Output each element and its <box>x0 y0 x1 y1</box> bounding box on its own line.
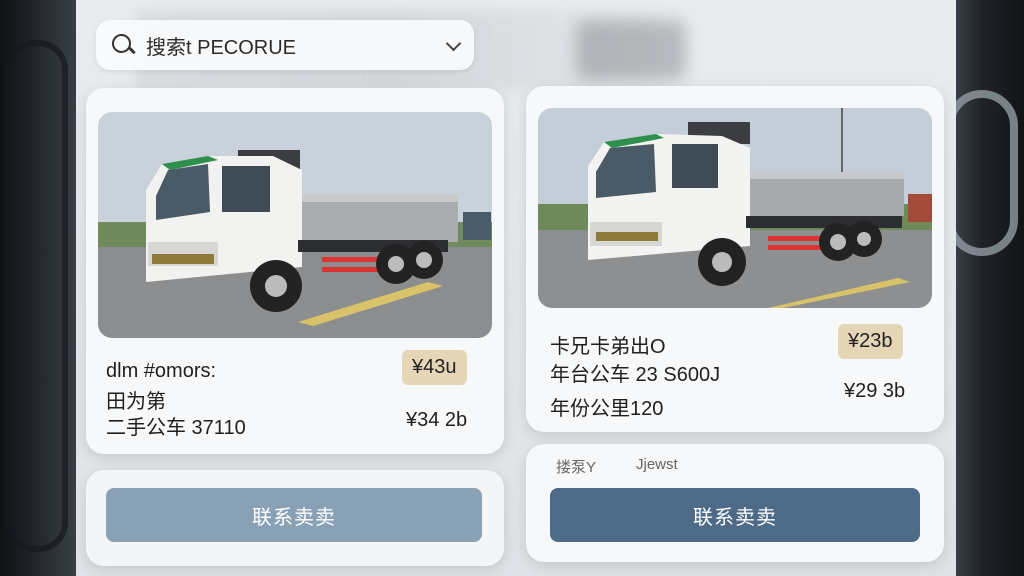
listing-card[interactable]: 卡兄卡弟出O 年台公车 23 S600J 年份公里120 ¥23b ¥29 3b <box>526 86 944 432</box>
air-vent <box>946 90 1018 256</box>
tablet-screen: 搜索t PECORUE dlm #omors: 田为第 二手公车 37110 ¥… <box>76 0 956 576</box>
search-input[interactable]: 搜索t PECORUE <box>146 31 446 60</box>
listing-detail: 二手公车 37110 <box>106 417 246 439</box>
search-icon[interactable] <box>110 32 136 58</box>
chevron-down-icon[interactable] <box>446 38 460 52</box>
search-bar[interactable]: 搜索t PECORUE <box>96 20 474 70</box>
truck-photo[interactable] <box>98 112 492 338</box>
listing-title: dlm #omors: <box>106 360 217 382</box>
car-dashboard-left <box>0 0 78 576</box>
listing-subtitle: 田为第 <box>106 391 166 413</box>
contact-card: 搂泵Y Jjewst 联系卖卖 <box>526 444 944 562</box>
listing-subtitle: 年台公车 23 S600J <box>550 364 721 386</box>
listing-price: ¥34 2b <box>406 409 468 431</box>
contact-seller-button[interactable]: 联系卖卖 <box>106 488 482 542</box>
listing-detail: 年份公里120 <box>550 398 664 420</box>
price-badge: ¥23b <box>838 324 903 359</box>
car-dashboard-right <box>946 0 1024 576</box>
listing-price: ¥29 3b <box>844 380 906 402</box>
footer-label: 搂泵Y <box>556 459 597 476</box>
contact-card: 联系卖卖 <box>86 470 504 566</box>
listing-card[interactable]: dlm #omors: 田为第 二手公车 37110 ¥43u ¥34 2b <box>86 88 504 454</box>
listing-title: 卡兄卡弟出O <box>550 336 666 358</box>
background-blur-truck <box>576 20 686 80</box>
footer-label: Jjewst <box>636 456 678 473</box>
price-badge: ¥43u <box>402 350 467 385</box>
truck-photo[interactable] <box>538 108 932 308</box>
contact-seller-button[interactable]: 联系卖卖 <box>550 488 920 542</box>
